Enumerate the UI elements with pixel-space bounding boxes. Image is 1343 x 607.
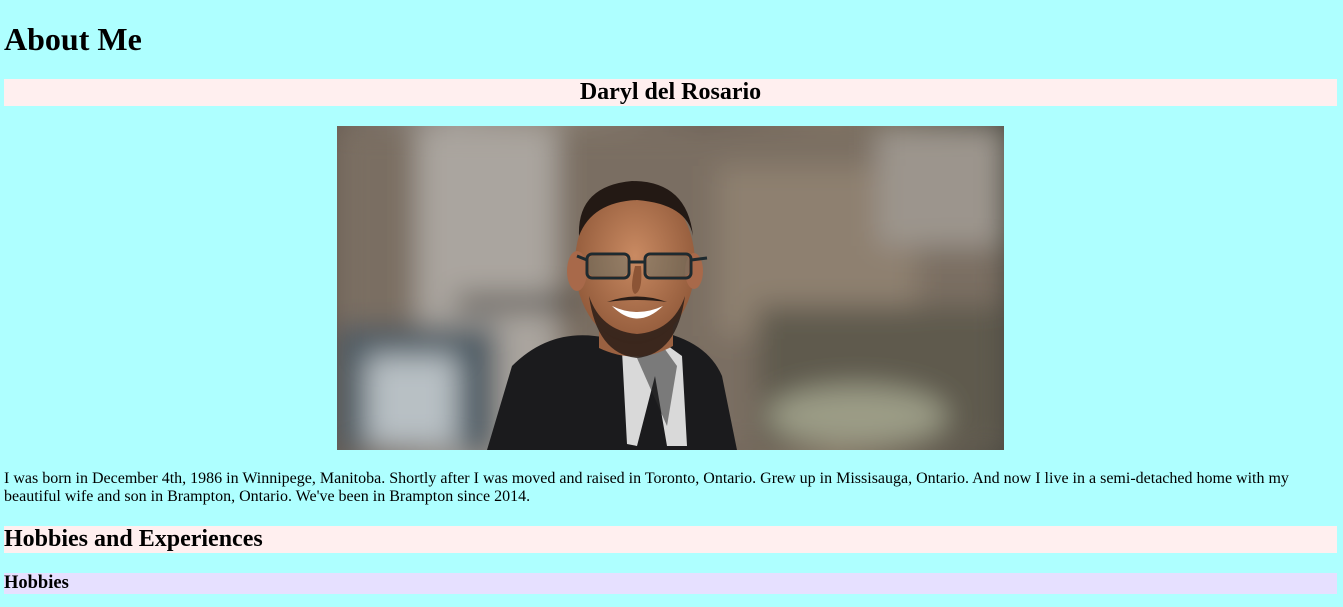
page-title: About Me (4, 21, 142, 57)
about-page: About Me Daryl del Rosario I was born in… (0, 0, 1343, 607)
section-heading-hobbies-experiences: Hobbies and Experiences (4, 526, 1337, 553)
portrait-illustration (337, 126, 1004, 450)
bio-paragraph: I was born in December 4th, 1986 in Winn… (4, 470, 1289, 505)
name-heading: Daryl del Rosario (4, 79, 1337, 106)
profile-photo (337, 126, 1004, 450)
subsection-heading-hobbies: Hobbies (4, 573, 1337, 594)
